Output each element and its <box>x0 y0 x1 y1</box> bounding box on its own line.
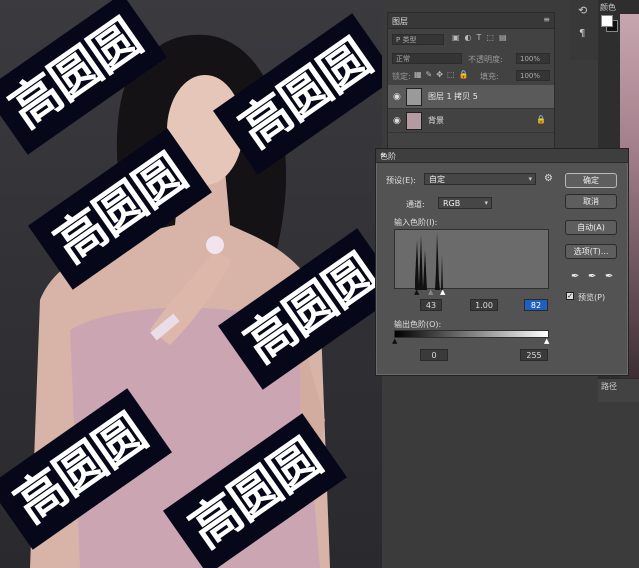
fill-field[interactable]: 100% <box>516 70 550 81</box>
foreground-color-chip[interactable] <box>601 15 613 27</box>
cancel-button[interactable]: 取消 <box>565 194 617 209</box>
chevron-down-icon: ▾ <box>484 199 488 207</box>
visibility-eye-icon[interactable]: ◉ <box>393 92 401 102</box>
layer-name: 图层 1 拷贝 5 <box>428 92 478 101</box>
options-button[interactable]: 选项(T)... <box>565 244 617 259</box>
lock-icon: 🔒 <box>536 115 546 124</box>
histogram <box>394 229 549 290</box>
white-output-slider[interactable]: ▲ <box>544 337 549 345</box>
channel-value: RGB <box>443 199 461 208</box>
auto-button[interactable]: 自动(A) <box>565 220 617 235</box>
visibility-eye-icon[interactable]: ◉ <box>393 116 401 126</box>
preset-select[interactable]: 自定 ▾ <box>424 173 536 185</box>
output-white-field[interactable]: 255 <box>520 349 548 361</box>
ok-button[interactable]: 确定 <box>565 173 617 188</box>
input-white-field[interactable]: 82 <box>524 299 548 311</box>
layer-row[interactable]: ◉ 背景 🔒 <box>388 109 554 133</box>
channel-select[interactable]: RGB ▾ <box>438 197 492 209</box>
layer-kind-filter[interactable]: P 类型 <box>392 34 444 45</box>
gamma-input-slider[interactable]: ▲ <box>428 288 433 296</box>
lock-icons[interactable]: ▦✎✥⬚🔒 <box>414 70 472 79</box>
black-eyedropper-icon[interactable]: ✒ <box>571 271 579 282</box>
chevron-down-icon: ▾ <box>528 175 532 183</box>
channel-label: 通道: <box>406 200 425 209</box>
paragraph-icon[interactable]: ¶ <box>579 28 585 39</box>
preview-label: 预览(P) <box>578 293 606 302</box>
fill-label: 填充: <box>480 72 499 81</box>
levels-dialog: 色阶 ✕ 预设(E): 自定 ▾ ⚙ 通道: RGB ▾ 输入色阶(I): ▲ … <box>375 148 629 376</box>
lock-label: 锁定: <box>392 72 411 81</box>
preset-options-gear-icon[interactable]: ⚙ <box>544 173 553 184</box>
layers-panel-header: 图层 ≡ <box>388 13 554 29</box>
output-black-field[interactable]: 0 <box>420 349 448 361</box>
input-gamma-field[interactable]: 1.00 <box>470 299 498 311</box>
filter-icons: ▣◐T⬚▤ <box>452 33 512 42</box>
output-levels-label: 输出色阶(O): <box>394 320 442 329</box>
opacity-field[interactable]: 100% <box>516 53 550 64</box>
input-levels-label: 输入色阶(I): <box>394 218 438 227</box>
document-canvas[interactable]: 高圆圆 高圆圆 高圆圆 高圆圆 高圆圆 高圆圆 <box>0 0 382 568</box>
levels-dialog-titlebar[interactable]: 色阶 ✕ <box>376 149 628 163</box>
white-eyedropper-icon[interactable]: ✒ <box>605 271 613 282</box>
output-gradient <box>394 330 549 338</box>
paths-panel-title[interactable]: 路径 <box>601 381 617 392</box>
tab-layers[interactable]: 图层 <box>392 16 408 27</box>
black-input-slider[interactable]: ▲ <box>414 288 419 296</box>
paths-panel: 路径 <box>598 378 639 402</box>
white-input-slider[interactable]: ▲ <box>440 288 445 296</box>
color-panel-title[interactable]: 颜色 <box>600 2 616 13</box>
histogram-graph <box>415 232 443 290</box>
black-output-slider[interactable]: ▲ <box>392 337 397 345</box>
layer-name: 背景 <box>428 116 444 125</box>
panel-icon-column: ⟲ ¶ <box>570 0 598 60</box>
gray-eyedropper-icon[interactable]: ✒ <box>588 271 596 282</box>
blend-mode-select[interactable]: 正常 <box>392 53 462 64</box>
opacity-label: 不透明度: <box>468 55 503 64</box>
preset-value: 自定 <box>429 175 445 184</box>
layer-thumbnail <box>406 112 422 130</box>
input-black-field[interactable]: 43 <box>420 299 442 311</box>
layer-row[interactable]: ◉ 图层 1 拷贝 5 <box>388 85 554 109</box>
panel-menu-icon[interactable]: ≡ <box>543 15 550 24</box>
close-icon[interactable]: ✕ <box>380 151 620 160</box>
preset-label: 预设(E): <box>386 176 416 185</box>
layer-thumbnail <box>406 88 422 106</box>
history-icon[interactable]: ⟲ <box>578 4 587 17</box>
preview-checkbox[interactable]: ✓ <box>566 292 574 300</box>
